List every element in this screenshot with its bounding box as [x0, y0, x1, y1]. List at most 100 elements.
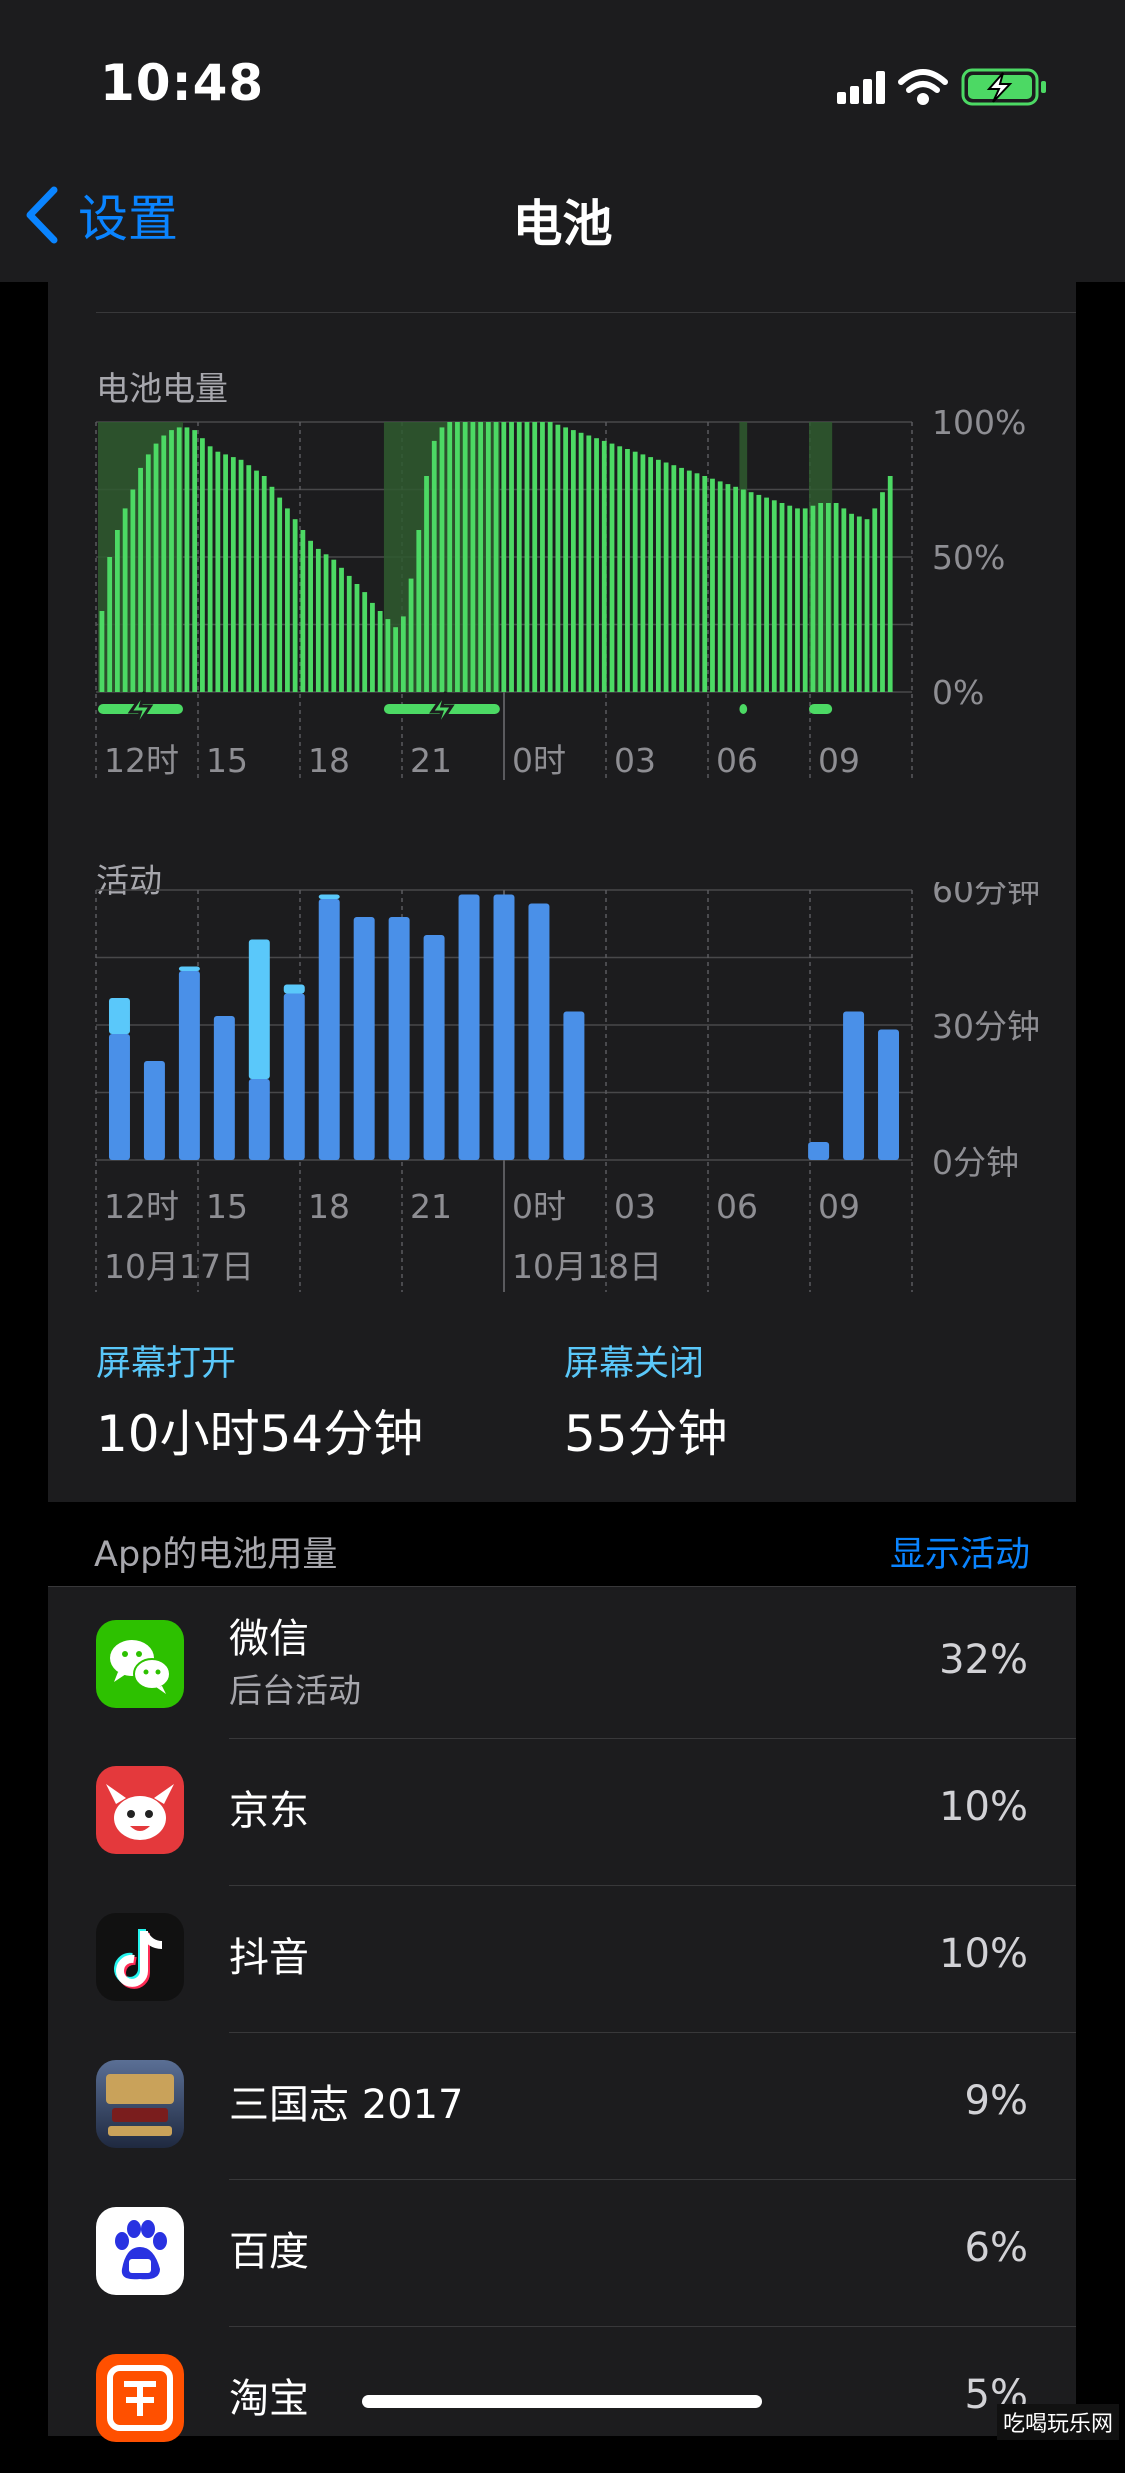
battery-bar — [524, 422, 530, 692]
battery-bar — [447, 422, 453, 692]
app-row-baidu[interactable]: 百度 6% — [48, 2179, 1076, 2326]
battery-bar — [779, 503, 785, 692]
battery-bar — [145, 454, 151, 692]
battery-bar — [246, 465, 252, 692]
app-row-jd[interactable]: 京东 10% — [48, 1738, 1076, 1885]
battery-bar — [856, 516, 862, 692]
sanguozhi-icon — [96, 2060, 184, 2148]
battery-bar — [648, 457, 654, 692]
battery-bar — [161, 435, 167, 692]
activity-ytick-60: 60分钟 — [932, 882, 1040, 910]
battery-bar — [261, 476, 267, 692]
screen-off-value: 55分钟 — [564, 1405, 728, 1463]
signal-icon — [837, 71, 885, 104]
show-activity-button[interactable]: 显示活动 — [890, 1526, 1030, 1577]
battery-bar — [400, 616, 406, 692]
battery-bar — [725, 484, 731, 692]
activity-bar-screen-on — [213, 1016, 235, 1160]
battery-xtick: 21 — [410, 741, 452, 780]
app-row-wechat[interactable]: 微信 后台活动 32% — [48, 1586, 1076, 1733]
charging-indicator — [808, 704, 833, 714]
battery-bar — [887, 476, 893, 692]
battery-bar — [509, 422, 514, 692]
battery-bar — [493, 422, 499, 692]
app-list: 微信 后台活动 32% 京东 10% 抖音 10% 三国志 2017 9% 百度… — [48, 1586, 1076, 2442]
charging-bolt-icon — [127, 691, 154, 731]
app-name: 微信 — [229, 1616, 309, 1662]
battery-bar — [331, 559, 337, 692]
wifi-icon — [898, 69, 948, 105]
activity-xtick: 15 — [206, 1187, 248, 1226]
battery-bar — [122, 508, 128, 692]
battery-bar — [354, 584, 360, 692]
activity-xtick: 21 — [410, 1187, 452, 1226]
battery-bar — [702, 476, 708, 692]
activity-bar-screen-off — [283, 984, 305, 994]
app-usage-header: App的电池用量 — [94, 1535, 338, 1575]
activity-xtick: 18 — [308, 1187, 350, 1226]
battery-bar — [462, 422, 468, 692]
status-icons — [837, 68, 1046, 106]
battery-ytick-0: 0% — [932, 673, 984, 712]
battery-bar — [594, 438, 599, 692]
app-name: 抖音 — [229, 1935, 309, 1981]
battery-bar — [717, 481, 723, 692]
battery-bar — [184, 427, 190, 692]
battery-bar — [192, 430, 198, 692]
activity-bar-screen-on — [108, 1034, 130, 1160]
activity-bar-screen-on — [178, 971, 200, 1160]
battery-bar — [408, 578, 414, 692]
home-indicator[interactable] — [362, 2395, 762, 2408]
app-row-douyin[interactable]: 抖音 10% — [48, 1885, 1076, 2032]
battery-bar — [300, 530, 306, 692]
battery-bar — [215, 451, 221, 692]
battery-bar — [339, 567, 344, 692]
battery-bar — [501, 422, 507, 692]
battery-bar — [385, 619, 391, 692]
activity-xtick: 03 — [614, 1187, 656, 1226]
battery-bar — [393, 627, 399, 692]
battery-bar — [532, 422, 538, 692]
battery-bar — [864, 519, 870, 692]
activity-xtick: 09 — [818, 1187, 860, 1226]
activity-bar-screen-off — [248, 939, 270, 1079]
app-row-sanguozhi[interactable]: 三国志 2017 9% — [48, 2032, 1076, 2179]
battery-bar — [547, 422, 553, 692]
battery-bar — [679, 467, 684, 692]
activity-xtick: 0时 — [512, 1187, 566, 1226]
battery-bar — [285, 508, 290, 692]
battery-bar — [802, 508, 808, 692]
battery-bar — [710, 478, 715, 692]
screen-on-label: 屏幕打开 — [96, 1344, 237, 1384]
battery-bar — [601, 440, 607, 692]
battery-bar — [315, 548, 321, 692]
baidu-icon — [96, 2207, 184, 2295]
activity-bar-screen-on — [423, 935, 445, 1160]
battery-bar — [671, 465, 677, 692]
activity-bar-screen-on — [353, 917, 375, 1160]
battery-charging-icon — [961, 68, 1046, 106]
battery-bar — [849, 513, 854, 692]
activity-bar-screen-off — [178, 966, 200, 971]
status-bar: 10:48 设置 电池 — [0, 0, 1125, 282]
activity-bar-screen-on — [808, 1142, 830, 1160]
battery-bar — [107, 557, 113, 692]
date-label-oct17: 10月17日 — [104, 1247, 254, 1286]
battery-bar — [833, 503, 839, 692]
battery-bar — [795, 508, 800, 692]
battery-bar — [269, 486, 275, 692]
battery-xtick: 0时 — [512, 741, 566, 780]
battery-bar — [563, 427, 569, 692]
battery-bar — [825, 503, 831, 692]
battery-bar — [99, 611, 105, 692]
battery-bar — [455, 422, 460, 692]
battery-xtick: 09 — [818, 741, 860, 780]
app-name: 京东 — [229, 1788, 309, 1834]
battery-level-chart: 100% 50% 0% 12时 15 18 21 0时 03 06 09 — [95, 403, 1026, 780]
battery-bar — [640, 454, 646, 692]
battery-bar — [632, 451, 638, 692]
screen-on-value: 10小时54分钟 — [96, 1405, 424, 1463]
app-percent: 9% — [964, 2078, 1028, 2124]
battery-bar — [431, 440, 437, 692]
battery-bar — [586, 435, 592, 692]
